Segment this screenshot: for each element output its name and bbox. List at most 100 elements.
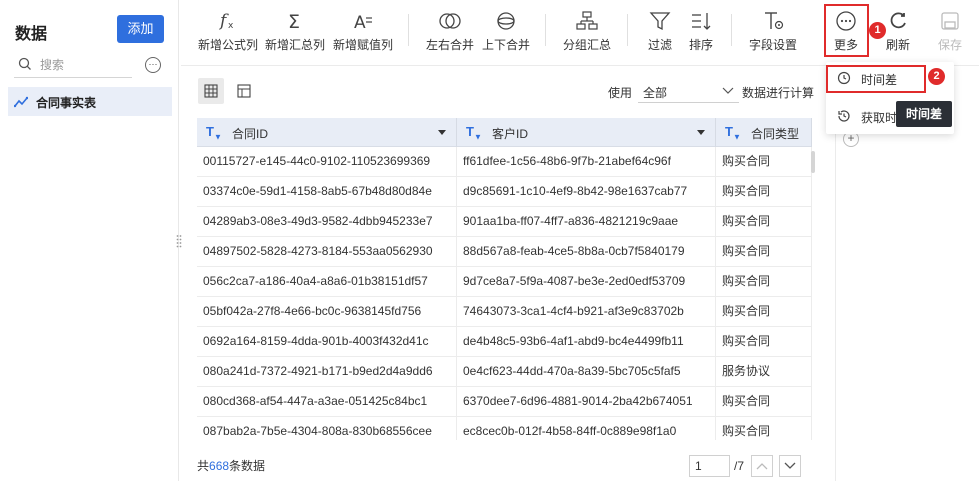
- sidebar-more-icon[interactable]: ···: [145, 57, 161, 73]
- record-count: 共668条数据: [197, 459, 266, 473]
- refresh-icon: [890, 12, 906, 29]
- search-icon: [18, 57, 31, 70]
- sidebar: 数据 添加 ··· 合同事实表: [0, 0, 179, 481]
- group-summary-button[interactable]: 分组汇总: [561, 6, 613, 62]
- toolbar-separator: [627, 14, 628, 46]
- save-disk-icon: [941, 12, 959, 30]
- layout-icon: [237, 84, 251, 98]
- history-clock-icon: [838, 110, 850, 122]
- save-button[interactable]: 保存: [932, 6, 968, 62]
- field-settings-button[interactable]: 字段设置: [745, 6, 801, 62]
- text-type-icon: T▼: [466, 124, 482, 142]
- table-cell[interactable]: de4b48c5-93b6-4af1-abd9-bc4e4499fb11: [457, 327, 716, 357]
- table-cell[interactable]: ec8cec0b-012f-4b58-84ff-0c889e98f1a0: [457, 417, 716, 440]
- table-scrollbar[interactable]: [811, 151, 815, 173]
- table-row[interactable]: 04289ab3-08e3-49d3-9582-4dbb945233e7 901a…: [197, 207, 812, 237]
- grid-table-icon: [204, 84, 218, 98]
- use-label: 使用: [608, 86, 633, 100]
- resize-handle[interactable]: [176, 234, 182, 248]
- chevron-down-icon: [722, 87, 734, 94]
- table-cell[interactable]: 9d7ce8a7-5f9a-4087-be3e-2ed0edf53709: [457, 267, 716, 297]
- table-cell[interactable]: ff61dfee-1c56-48b6-9f7b-21abef64c96f: [457, 147, 716, 177]
- step-badge-2: 2: [928, 68, 945, 85]
- table-cell[interactable]: 购买合同: [716, 297, 812, 327]
- table-cell[interactable]: 88d567a8-feab-4ce5-8b8a-0cb7f5840179: [457, 237, 716, 267]
- table-cell[interactable]: 03374c0e-59d1-4158-8ab5-67b48d80d84e: [197, 177, 457, 207]
- table-cell[interactable]: 服务协议: [716, 357, 812, 387]
- toolbar-separator: [408, 14, 409, 46]
- table-cell[interactable]: 购买合同: [716, 417, 812, 440]
- table-cell[interactable]: 901aa1ba-ff07-4ff7-a836-4821219c9aae: [457, 207, 716, 237]
- chevron-down-icon: [784, 462, 796, 469]
- new-assign-column-button[interactable]: A 新增赋值列: [331, 6, 395, 62]
- page-number-input[interactable]: [689, 455, 730, 477]
- table-cell[interactable]: d9c85691-1c10-4ef9-8b42-98e1637cab77: [457, 177, 716, 207]
- column-header-contract-type[interactable]: T▼ 合同类型: [716, 118, 812, 147]
- caret-down-icon: [438, 130, 446, 135]
- table-cell[interactable]: 05bf042a-27f8-4e66-bc0c-9638145fd756: [197, 297, 457, 327]
- line-chart-icon: [14, 96, 28, 108]
- table-row[interactable]: 03374c0e-59d1-4158-8ab5-67b48d80d84e d9c8…: [197, 177, 812, 207]
- grid-view-button[interactable]: [198, 78, 224, 104]
- table-cell[interactable]: 购买合同: [716, 387, 812, 417]
- tooltip: 时间差: [896, 101, 952, 127]
- text-type-icon: T▼: [206, 124, 222, 142]
- filter-funnel-icon: [649, 12, 671, 31]
- prev-page-button[interactable]: [751, 455, 773, 477]
- table-row[interactable]: 087bab2a-7b5e-4304-808a-830b68556cee ec8c…: [197, 417, 812, 440]
- toolbar-separator: [545, 14, 546, 46]
- sort-button[interactable]: 排序: [684, 6, 718, 62]
- left-right-merge-icon: [439, 13, 461, 29]
- time-diff-highlight-box: [826, 65, 926, 93]
- new-formula-column-button[interactable]: fx 新增公式列: [196, 6, 260, 62]
- table-row[interactable]: 080cd368-af54-447a-a3ae-051425c84bc1 6370…: [197, 387, 812, 417]
- field-settings-icon: [765, 12, 784, 30]
- table-cell[interactable]: 购买合同: [716, 267, 812, 297]
- up-down-merge-button[interactable]: 上下合并: [480, 6, 532, 62]
- table-cell[interactable]: 购买合同: [716, 327, 812, 357]
- table-cell[interactable]: 080cd368-af54-447a-a3ae-051425c84bc1: [197, 387, 457, 417]
- table-cell[interactable]: 00115727-e145-44c0-9102-110523699369: [197, 147, 457, 177]
- formula-icon: fx: [218, 11, 234, 31]
- up-down-merge-icon: [497, 12, 515, 30]
- table-cell[interactable]: 购买合同: [716, 237, 812, 267]
- left-right-merge-button[interactable]: 左右合并: [424, 6, 476, 62]
- table-cell[interactable]: 056c2ca7-a186-40a4-a8a6-01b38151df57: [197, 267, 457, 297]
- table-cell[interactable]: 购买合同: [716, 147, 812, 177]
- data-scope-select[interactable]: 全部: [638, 79, 739, 103]
- table-cell[interactable]: 0692a164-8159-4dda-901b-4003f432d41c: [197, 327, 457, 357]
- table-row[interactable]: 05bf042a-27f8-4e66-bc0c-9638145fd756 7464…: [197, 297, 812, 327]
- table-cell[interactable]: 04289ab3-08e3-49d3-9582-4dbb945233e7: [197, 207, 457, 237]
- sort-icon: [692, 13, 711, 30]
- table-row[interactable]: 04897502-5828-4273-8184-553aa0562930 88d5…: [197, 237, 812, 267]
- table-cell[interactable]: 080a241d-7372-4921-b171-b9ed2d4a9dd6: [197, 357, 457, 387]
- table-row[interactable]: 00115727-e145-44c0-9102-110523699369 ff61…: [197, 147, 812, 177]
- caret-down-icon: [697, 130, 705, 135]
- search-box[interactable]: [14, 54, 132, 78]
- layout-view-button[interactable]: [231, 78, 257, 104]
- chevron-up-icon: [756, 463, 768, 470]
- svg-text:x: x: [228, 21, 234, 31]
- search-input[interactable]: [40, 56, 130, 74]
- sidebar-item-contract-fact[interactable]: 合同事实表: [8, 87, 172, 116]
- table-row[interactable]: 056c2ca7-a186-40a4-a8a6-01b38151df57 9d7c…: [197, 267, 812, 297]
- column-header-contract-id[interactable]: T▼ 合同ID: [197, 118, 457, 147]
- table-row[interactable]: 080a241d-7372-4921-b171-b9ed2d4a9dd6 0e4c…: [197, 357, 812, 387]
- table-cell[interactable]: 087bab2a-7b5e-4304-808a-830b68556cee: [197, 417, 457, 440]
- filter-button[interactable]: 过滤: [643, 6, 677, 62]
- calc-label: 数据进行计算: [742, 86, 815, 100]
- new-summary-column-button[interactable]: Σ 新增汇总列: [263, 6, 327, 62]
- table-row[interactable]: 0692a164-8159-4dda-901b-4003f432d41c de4b…: [197, 327, 812, 357]
- table-cell[interactable]: 04897502-5828-4273-8184-553aa0562930: [197, 237, 457, 267]
- refresh-button[interactable]: 刷新: [880, 6, 916, 62]
- next-page-button[interactable]: [779, 455, 801, 477]
- page-total: /7: [734, 459, 745, 473]
- table-cell[interactable]: 购买合同: [716, 207, 812, 237]
- table-cell[interactable]: 购买合同: [716, 177, 812, 207]
- column-header-customer-id[interactable]: T▼ 客户ID: [457, 118, 716, 147]
- add-button[interactable]: 添加: [117, 15, 164, 43]
- table-cell[interactable]: 6370dee7-6d96-4881-9014-2ba42b674051: [457, 387, 716, 417]
- table-cell[interactable]: 74643073-3ca1-4cf4-b921-af3e9c83702b: [457, 297, 716, 327]
- toolbar-separator: [731, 14, 732, 46]
- table-cell[interactable]: 0e4cf623-44dd-470a-8a39-5bc705c5faf5: [457, 357, 716, 387]
